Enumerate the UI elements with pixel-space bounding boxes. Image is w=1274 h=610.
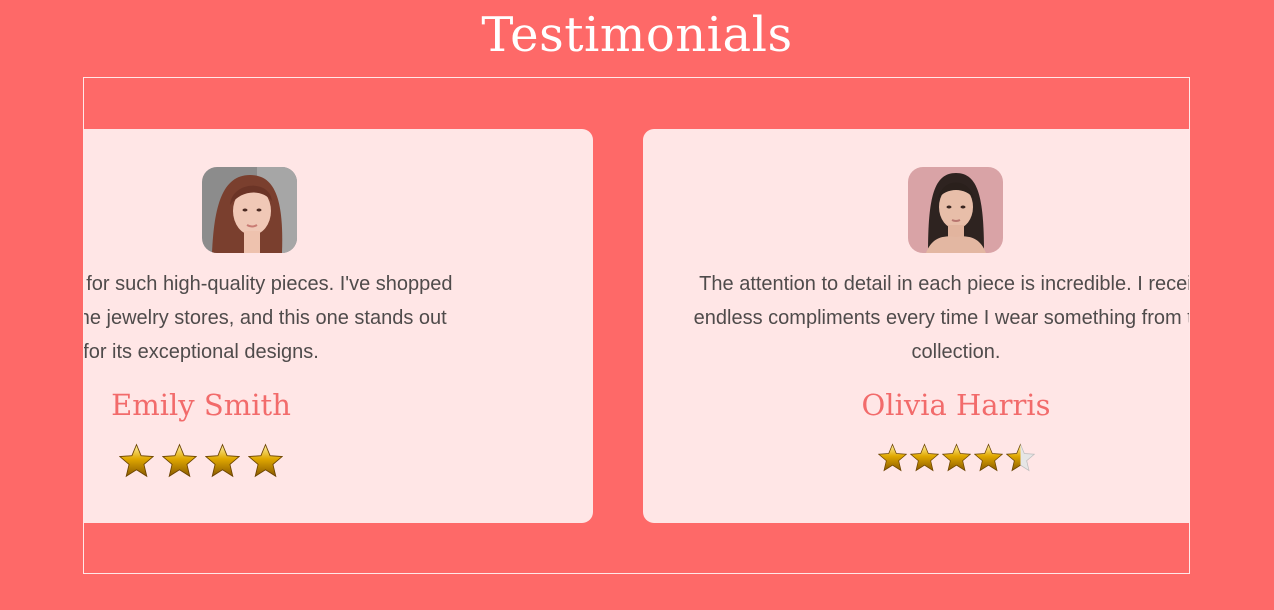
woman-portrait-icon	[202, 167, 297, 253]
testimonial-card: The attention to detail in each piece is…	[643, 129, 1190, 523]
star-icon	[941, 443, 971, 472]
star-icon	[205, 443, 240, 478]
avatar	[908, 167, 1003, 253]
star-icon	[119, 443, 154, 478]
rating-stars	[643, 443, 1189, 472]
testimonials-section: Testimonials for such high-quality piece…	[0, 0, 1274, 610]
star-icon	[248, 443, 283, 478]
testimonial-card: Amazing value for such high-quality piec…	[83, 129, 593, 523]
testimonial-quote: Amazing value for such high-quality piec…	[83, 273, 453, 363]
avatar	[202, 167, 297, 253]
testimonial-author-name: Emily Smith	[111, 388, 291, 422]
star-icon	[973, 443, 1003, 472]
testimonial-author-name: Olivia Harris	[861, 388, 1051, 422]
star-icon	[877, 443, 907, 472]
woman-portrait-icon	[908, 167, 1003, 253]
testimonial-quote: The attention to detail in each piece is…	[693, 273, 1190, 363]
testimonial-carousel[interactable]: Amazing value for such high-quality piec…	[83, 77, 1190, 574]
carousel-track[interactable]: Amazing value for such high-quality piec…	[84, 78, 1189, 573]
star-icon	[162, 443, 197, 478]
star-icon	[909, 443, 939, 472]
rating-stars	[84, 443, 593, 478]
star-half-icon	[1005, 443, 1035, 472]
section-title: Testimonials	[481, 7, 793, 63]
